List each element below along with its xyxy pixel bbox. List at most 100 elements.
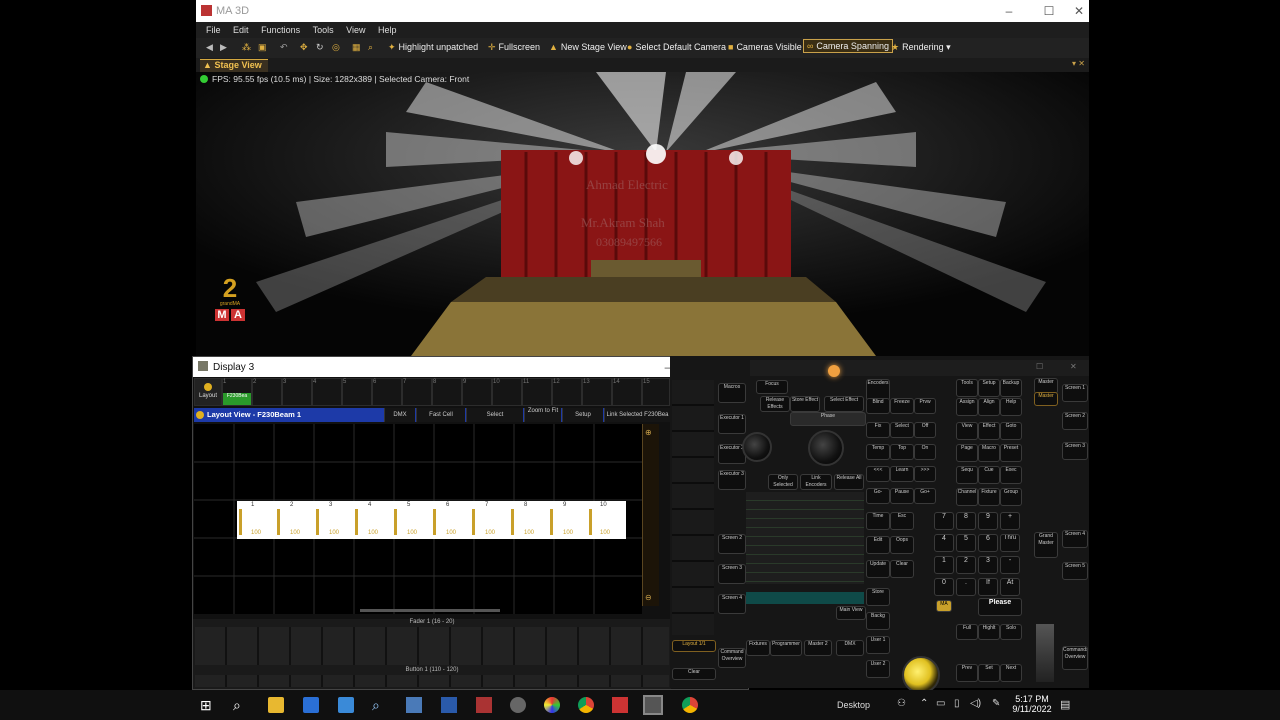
pool-cell-4[interactable]: 4 xyxy=(312,378,342,406)
select-button[interactable]: Select xyxy=(466,408,523,422)
screen-1-key[interactable]: Screen 1 xyxy=(1062,384,1088,402)
view-key[interactable]: View xyxy=(956,422,978,440)
go-plus-key[interactable]: Go+ xyxy=(914,488,936,504)
setup-key[interactable]: Setup xyxy=(978,379,1000,397)
select-default-camera-button[interactable]: ● Select Default Camera xyxy=(627,42,726,52)
move-icon[interactable]: ✥ xyxy=(300,42,308,53)
key-6[interactable]: 6 xyxy=(978,534,998,552)
oops-key[interactable]: Oops xyxy=(890,536,914,554)
pool-cell-15[interactable]: 15 xyxy=(642,378,670,406)
assign-key[interactable]: Assign xyxy=(956,398,978,416)
setup-button[interactable]: Setup xyxy=(562,408,603,422)
pool-cell-10[interactable]: 10 xyxy=(492,378,522,406)
only-selected-key[interactable]: Only Selected xyxy=(768,474,798,490)
edit-key[interactable]: Edit xyxy=(866,536,890,554)
top-key[interactable]: Top xyxy=(890,444,914,460)
key-1[interactable]: 1 xyxy=(934,556,954,574)
master-selected-key[interactable]: Master xyxy=(1034,392,1058,406)
word-icon[interactable] xyxy=(441,697,457,713)
pool-cell-8[interactable]: 8 xyxy=(432,378,462,406)
magnifier-icon[interactable]: ⌕ xyxy=(372,697,388,713)
pool-cell-1[interactable]: 1 F230Bea xyxy=(222,378,252,406)
ma3d-taskbar-icon[interactable] xyxy=(643,695,663,715)
menu-file[interactable]: File xyxy=(206,25,221,35)
key-2[interactable]: 2 xyxy=(956,556,976,574)
pool-cell-7[interactable]: 7 xyxy=(402,378,432,406)
main-wheel-knob[interactable] xyxy=(902,656,940,694)
highlight-unpatched-button[interactable]: ✦ Highlight unpatched xyxy=(388,42,478,53)
search-icon[interactable]: ⌕ xyxy=(233,697,249,713)
zoom-icon[interactable]: ⌕ xyxy=(368,42,373,53)
display3-titlebar[interactable]: Display 3 – ☐ ✕ xyxy=(193,357,748,377)
master-2-key[interactable]: Master 2 xyxy=(804,640,832,656)
layout-pool-button[interactable]: Layout xyxy=(194,378,222,406)
key-8[interactable]: 8 xyxy=(956,512,976,530)
key-thru[interactable]: Thru xyxy=(1000,534,1020,552)
ma3d-titlebar[interactable]: MA 3D – ☐ ✕ xyxy=(196,0,1089,22)
windows-start-icon[interactable]: ⊞ xyxy=(200,697,216,713)
grand-master-key[interactable]: Grand Master xyxy=(1034,532,1058,558)
pause-key[interactable]: Pause xyxy=(890,488,914,504)
page-key[interactable]: Page xyxy=(956,444,978,462)
maximize-button[interactable]: ☐ xyxy=(1034,2,1064,20)
key-4[interactable]: 4 xyxy=(934,534,954,552)
phase-key[interactable]: Phase xyxy=(790,412,866,426)
prvw-key[interactable]: Prvw xyxy=(914,398,936,414)
pool-cell-14[interactable]: 14 xyxy=(612,378,642,406)
macros-key[interactable]: Macros xyxy=(718,383,746,403)
tab-stage-view[interactable]: ▲ Stage View xyxy=(200,59,268,72)
command-overview-key[interactable]: Command Overview xyxy=(718,648,746,668)
ma-key[interactable]: MA xyxy=(936,600,952,612)
forward-icon[interactable]: ▶ xyxy=(220,42,227,53)
pool-cell-6[interactable]: 6 xyxy=(372,378,402,406)
menu-view[interactable]: View xyxy=(346,25,365,35)
pool-cell-13[interactable]: 13 xyxy=(582,378,612,406)
settings-icon[interactable] xyxy=(510,697,526,713)
select-effect-key[interactable]: Select Effect xyxy=(824,396,864,412)
tray-chevron-icon[interactable]: ⌃ xyxy=(920,698,928,709)
fixtures-key[interactable]: Fixtures xyxy=(746,640,770,656)
new-stage-view-button[interactable]: ▲ New Stage View xyxy=(549,42,627,52)
fullscreen-button[interactable]: ✛ Fullscreen xyxy=(488,42,540,53)
screen-4-key[interactable]: Screen 4 xyxy=(718,594,746,614)
full-key[interactable]: Full xyxy=(956,624,978,640)
screen-3-key[interactable]: Screen 3 xyxy=(718,564,746,584)
key-9[interactable]: 9 xyxy=(978,512,998,530)
executor-1-key[interactable]: Executor 1 xyxy=(718,414,746,434)
volume-icon[interactable]: ◁) xyxy=(970,698,981,709)
rendering-button[interactable]: ★ Rendering ▾ xyxy=(891,42,951,53)
sequ-key[interactable]: Sequ xyxy=(956,466,978,484)
screen-3-side-key[interactable]: Screen 3 xyxy=(1062,442,1088,460)
encoder-knob-right[interactable] xyxy=(808,430,844,466)
prev-key[interactable]: Prev xyxy=(956,664,978,682)
freeze-key[interactable]: Freeze xyxy=(890,398,914,414)
dmx-key[interactable]: DMX xyxy=(836,640,864,656)
key-0[interactable]: 0 xyxy=(934,578,954,596)
key-plus[interactable]: + xyxy=(1000,512,1020,530)
cue-key[interactable]: Cue xyxy=(978,466,1000,484)
blind-key[interactable]: Blind xyxy=(866,398,890,414)
menu-help[interactable]: Help xyxy=(378,25,397,35)
minimize-button[interactable]: – xyxy=(994,2,1024,20)
pool-cell-11[interactable]: 11 xyxy=(522,378,552,406)
user-1-key[interactable]: User 1 xyxy=(866,636,890,654)
menu-functions[interactable]: Functions xyxy=(261,25,300,35)
save-icon[interactable]: ▣ xyxy=(258,42,267,53)
console-titlebar[interactable]: ☐ ✕ xyxy=(750,360,1089,376)
key-5[interactable]: 5 xyxy=(956,534,976,552)
grandma-icon[interactable] xyxy=(612,697,628,713)
highlt-key[interactable]: Highlt xyxy=(978,624,1000,640)
chrome-2-icon[interactable] xyxy=(682,697,698,713)
app-icon[interactable] xyxy=(338,697,354,713)
help-key[interactable]: Help xyxy=(1000,398,1022,416)
horizontal-scrollbar[interactable] xyxy=(360,609,500,612)
exec-key[interactable]: Exec xyxy=(1000,466,1022,484)
color-app-icon[interactable] xyxy=(544,697,560,713)
rotate-icon[interactable]: ↻ xyxy=(316,42,324,53)
key-at[interactable]: At xyxy=(1000,578,1020,596)
layout-scrollbar[interactable]: ⊕ ⊖ xyxy=(642,424,659,606)
forward-key[interactable]: >>> xyxy=(914,466,936,482)
chrome-icon[interactable] xyxy=(578,697,594,713)
screen-icon[interactable] xyxy=(406,697,422,713)
screen-5-side-key[interactable]: Screen 5 xyxy=(1062,562,1088,580)
